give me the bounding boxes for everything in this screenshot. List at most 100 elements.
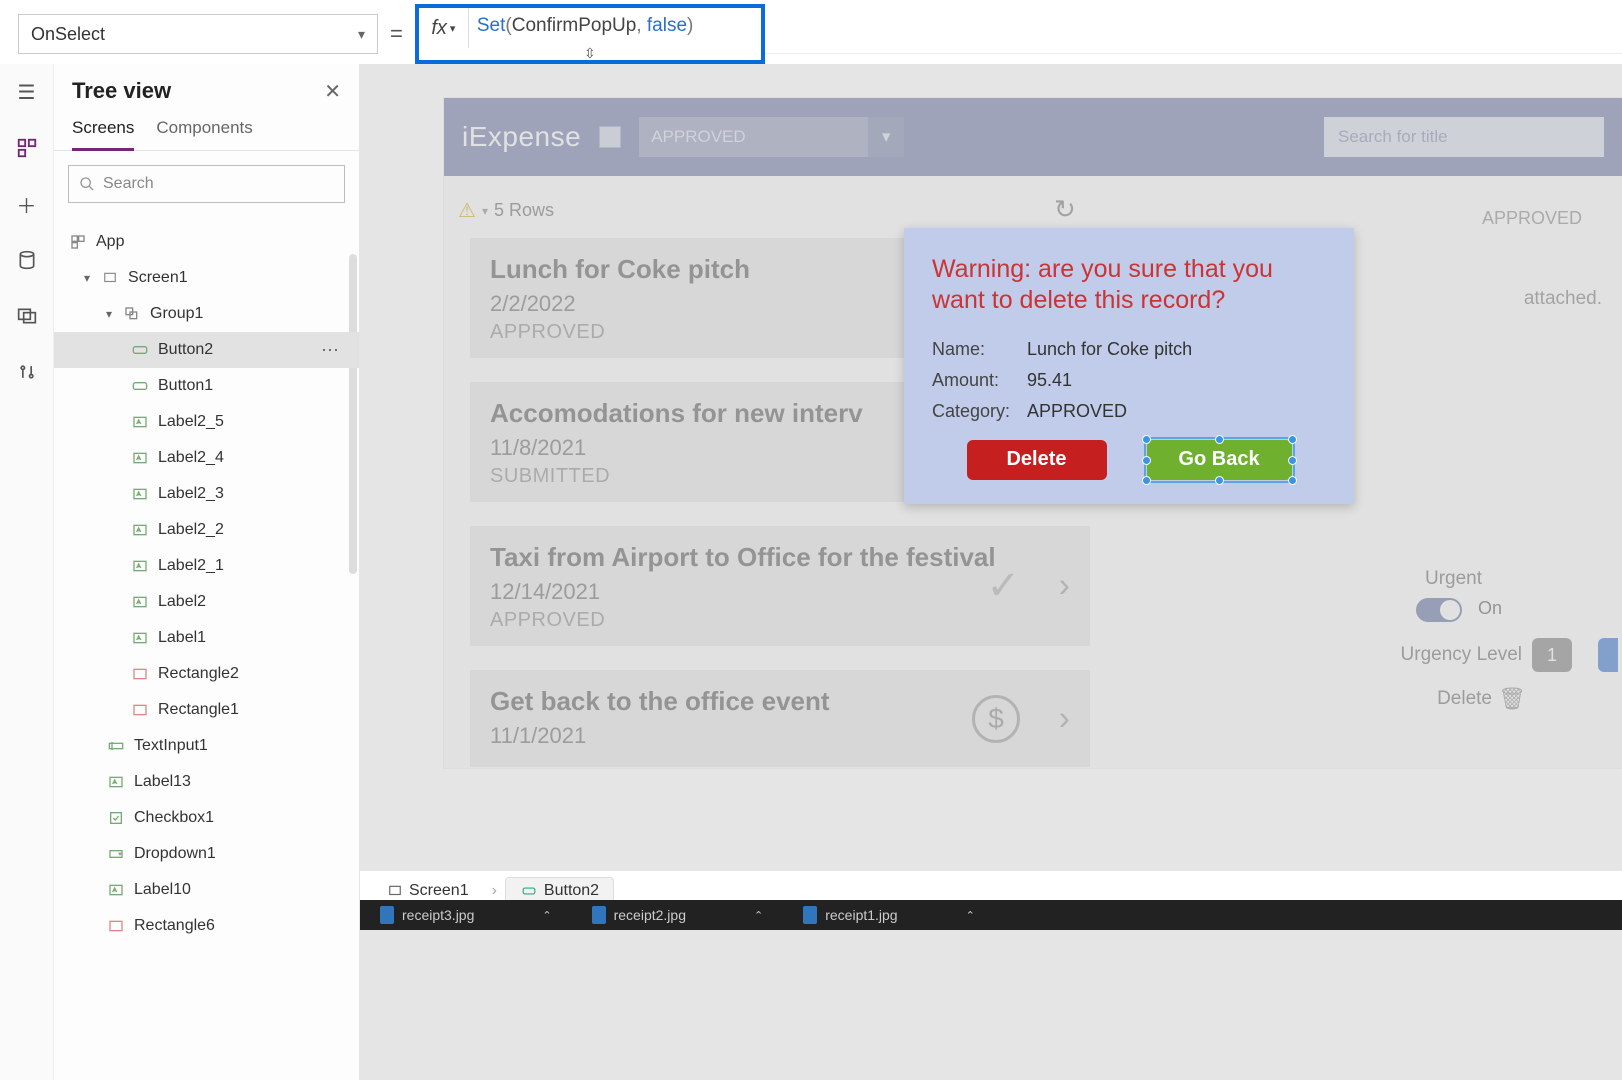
tree-node-checkbox1[interactable]: Checkbox1 [54,800,359,836]
formula-text[interactable]: Set(ConfirmPopUp, false) [469,8,761,43]
taskbar-label: receipt3.jpg [402,907,474,923]
taskbar-item[interactable]: receipt2.jpg ⌃ [592,906,764,924]
tree-node-textinput1[interactable]: TextInput1 [54,728,359,764]
tree-node-label2_4[interactable]: Label2_4 [54,440,359,476]
insert-icon[interactable]: ＋ [13,190,41,218]
screen-icon [100,268,120,288]
tree-node-rectangle2[interactable]: Rectangle2 [54,656,359,692]
field-key: Amount: [932,370,1027,391]
screen-icon [387,884,403,898]
tree-node-label2_2[interactable]: Label2_2 [54,512,359,548]
taskbar-item[interactable]: receipt1.jpg⌃ [803,906,975,924]
selection-handle[interactable] [1142,456,1151,465]
field-value: APPROVED [1027,401,1127,422]
caret-down-icon[interactable]: ▾ [84,271,90,285]
selection-handle[interactable] [1142,435,1151,444]
delete-button[interactable]: Delete [967,440,1107,480]
taskbar-item[interactable]: receipt3.jpg ⌃ [380,906,552,924]
tree-node-dropdown1[interactable]: Dropdown1 [54,836,359,872]
tree-view-panel: Tree view ✕ Screens Components Search Ap… [54,64,360,1080]
file-icon [380,906,394,924]
selection-handle[interactable] [1288,435,1297,444]
tree-node-label: Button2 [158,341,213,359]
tree-node-rectangle6[interactable]: Rectangle6 [54,908,359,944]
tree-node-label: Rectangle2 [158,665,239,683]
close-icon[interactable]: ✕ [324,79,341,104]
chevron-up-icon[interactable]: ⌃ [542,909,551,922]
chevron-up-icon[interactable]: ⌃ [966,909,975,922]
label-icon [130,448,150,468]
selection-handle[interactable] [1288,476,1297,485]
tree-node-group1[interactable]: ▾Group1 [54,296,359,332]
formula-bar[interactable]: fx▾ Set(ConfirmPopUp, false) ⇳ [415,4,765,64]
search-placeholder: Search [103,175,154,193]
data-icon[interactable] [13,246,41,274]
fx-icon[interactable]: fx▾ [419,8,469,48]
rect-icon [130,664,150,684]
tree-node-label10[interactable]: Label10 [54,872,359,908]
search-input[interactable]: Search [68,165,345,203]
tree-node-label2_5[interactable]: Label2_5 [54,404,359,440]
tab-screens[interactable]: Screens [72,118,134,151]
popup-warning: Warning: are you sure that you want to d… [932,254,1326,317]
label-icon [106,772,126,792]
tree-node-rectangle1[interactable]: Rectangle1 [54,692,359,728]
tree-node-label: Label2_2 [158,521,224,539]
selection-handle[interactable] [1215,435,1224,444]
popup-field: Amount:95.41 [932,370,1326,391]
tree-node-screen1[interactable]: ▾Screen1 [54,260,359,296]
breadcrumb-label: Screen1 [409,882,469,900]
label-icon [130,556,150,576]
tree-node-label2_1[interactable]: Label2_1 [54,548,359,584]
breadcrumb-label: Button2 [544,882,599,900]
tree-body: App▾Screen1▾Group1 Button2 ⋯ Button1 Label2_… [54,224,359,1080]
tree-node-label: Button1 [158,377,213,395]
tree-node-label: Label13 [134,773,191,791]
checkbox-icon [106,808,126,828]
media-icon[interactable] [13,302,41,330]
caret-down-icon[interactable]: ▾ [106,307,112,321]
tree-node-button1[interactable]: Button1 [54,368,359,404]
resize-handle-icon[interactable]: ⇳ [584,45,596,62]
label-icon [130,484,150,504]
textinput-icon [106,736,126,756]
file-icon [592,906,606,924]
more-icon[interactable]: ⋯ [321,340,341,361]
tree-node-label: Label2_4 [158,449,224,467]
tree-node-button2[interactable]: Button2 ⋯ [54,332,359,368]
tree-node-label: Label2_5 [158,413,224,431]
tree-node-label2_3[interactable]: Label2_3 [54,476,359,512]
tree-node-label: Label1 [158,629,206,647]
formula-bar-extension [765,14,1622,54]
hamburger-icon[interactable]: ☰ [13,78,41,106]
tree-node-label: Dropdown1 [134,845,216,863]
confirm-popup: Warning: are you sure that you want to d… [904,228,1354,504]
chevron-up-icon[interactable]: ⌃ [754,909,763,922]
field-key: Category: [932,401,1027,422]
file-icon [803,906,817,924]
tree-node-label13[interactable]: Label13 [54,764,359,800]
go-back-button[interactable]: Go Back [1147,440,1292,480]
app-preview: iExpense APPROVED ▾ Search for title ⚠ ▾… [444,98,1622,768]
selection-handle[interactable] [1142,476,1151,485]
group-icon [122,304,142,324]
tree-node-label: Rectangle1 [158,701,239,719]
tree-node-label1[interactable]: Label1 [54,620,359,656]
chevron-down-icon: ▾ [358,26,365,43]
selection-handle[interactable] [1288,456,1297,465]
field-value: 95.41 [1027,370,1072,391]
tree-node-label: TextInput1 [134,737,208,755]
tree-node-label: Label2_3 [158,485,224,503]
label-icon [130,520,150,540]
tools-icon[interactable] [13,358,41,386]
tree-node-label2[interactable]: Label2 [54,584,359,620]
field-value: Lunch for Coke pitch [1027,339,1192,360]
tree-view-icon[interactable] [13,134,41,162]
tree-node-app[interactable]: App [54,224,359,260]
app-icon [68,232,88,252]
selection-handle[interactable] [1215,476,1224,485]
taskbar-label: receipt2.jpg [614,907,686,923]
tab-components[interactable]: Components [156,118,252,150]
property-selector[interactable]: OnSelect ▾ [18,14,378,54]
rect-icon [106,916,126,936]
